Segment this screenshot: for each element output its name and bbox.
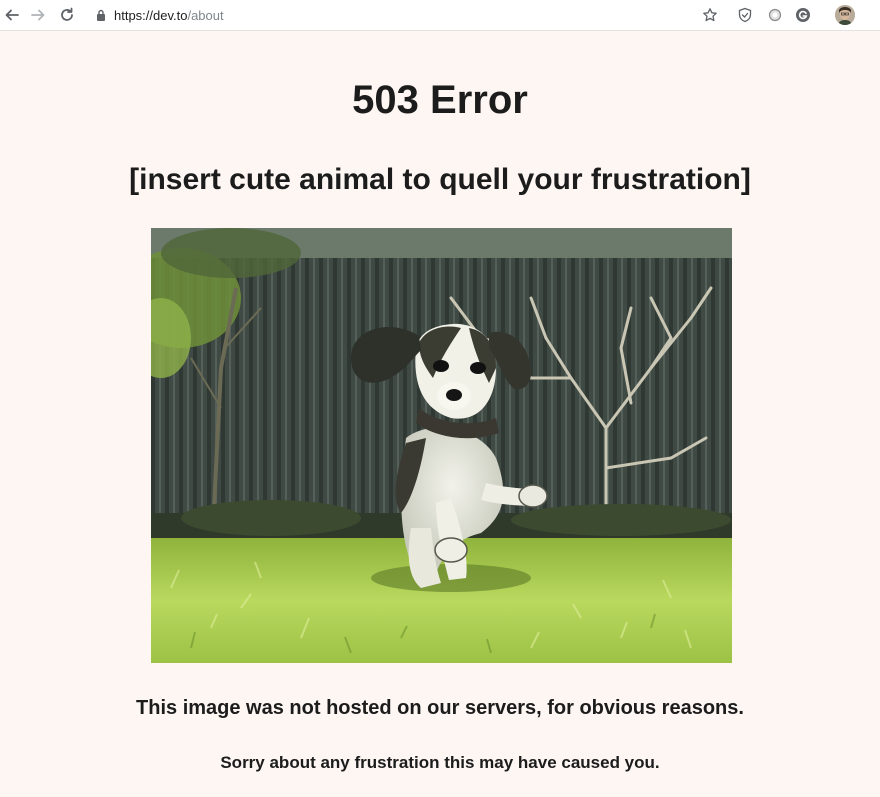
circle-icon[interactable] — [765, 5, 785, 25]
error-page: 503 Error [insert cute animal to quell y… — [0, 31, 880, 797]
reload-icon[interactable] — [57, 5, 77, 25]
url-host: https://dev.to — [114, 7, 188, 23]
shield-icon[interactable] — [735, 5, 755, 25]
apology-text: Sorry about any frustration this may hav… — [220, 753, 660, 772]
star-icon[interactable] — [700, 5, 720, 25]
lock-icon — [96, 9, 106, 21]
browser-toolbar: https://dev.to/about — [0, 0, 880, 31]
g-icon[interactable] — [793, 5, 813, 25]
forward-icon[interactable] — [28, 5, 48, 25]
page-title: 503 Error — [352, 78, 528, 122]
puppy-image — [151, 228, 732, 663]
back-icon[interactable] — [2, 5, 22, 25]
page-subtitle: [insert cute animal to quell your frustr… — [129, 163, 751, 196]
avatar[interactable] — [835, 5, 855, 25]
address-bar[interactable]: https://dev.to/about — [96, 6, 224, 24]
image-caption: This image was not hosted on our servers… — [136, 697, 744, 719]
url-path: /about — [187, 7, 224, 23]
